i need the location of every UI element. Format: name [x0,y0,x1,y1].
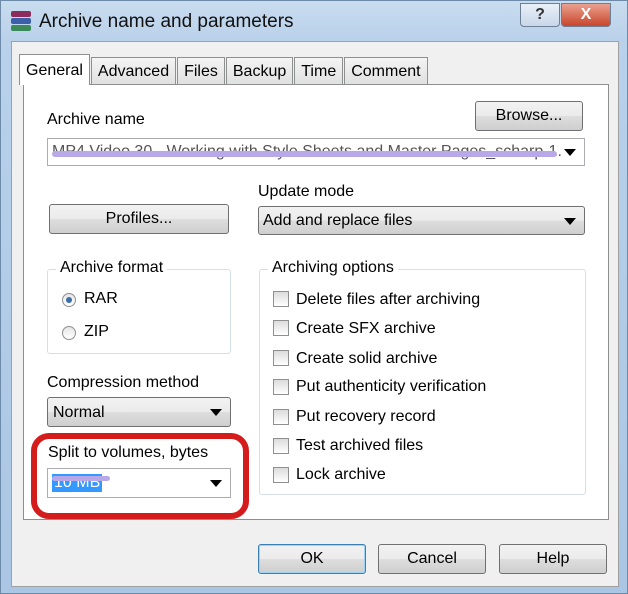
profiles-button[interactable]: Profiles... [49,204,229,234]
update-mode-select[interactable]: Add and replace files [258,206,585,235]
authenticity-label: Put authenticity verification [296,378,487,395]
archive-format-group: Archive format [47,259,231,354]
archive-format-label: Archive format [56,259,168,277]
compression-method-label: Compression method [47,374,200,391]
scribble-redaction [52,151,557,157]
tab-advanced[interactable]: Advanced [90,57,177,85]
delete-files-label: Delete files after archiving [296,291,481,308]
help-button[interactable]: Help [499,544,607,574]
archiving-options-label: Archiving options [268,259,398,277]
compression-method-select[interactable]: Normal [47,397,231,427]
tab-backup[interactable]: Backup [225,57,294,85]
test-files-checkbox[interactable] [273,438,289,454]
rar-label: RAR [84,290,118,307]
highlight-annotation [31,433,249,519]
create-solid-label: Create solid archive [296,350,438,367]
lock-archive-label: Lock archive [296,466,386,483]
create-sfx-checkbox[interactable] [273,320,289,336]
update-mode-label: Update mode [258,183,355,200]
archive-name-combo[interactable]: MP4 Video 30 - Working with Style Sheets… [47,138,585,166]
recovery-record-label: Put recovery record [296,408,436,425]
help-title-button[interactable]: ? [520,3,560,27]
close-button[interactable]: X [561,3,611,27]
chevron-down-icon [564,149,576,156]
authenticity-checkbox[interactable] [273,379,289,395]
window-title: Archive name and parameters [39,11,294,32]
chevron-down-icon [564,217,576,225]
chevron-down-icon [210,409,222,416]
create-sfx-label: Create SFX archive [296,320,436,337]
delete-files-checkbox[interactable] [273,291,289,307]
winrar-app-icon [11,11,31,33]
tab-general[interactable]: General [19,54,90,85]
tab-bar: General Advanced Files Backup Time Comme… [19,54,429,85]
archive-name-label: Archive name [47,111,145,128]
compression-value: Normal [53,404,105,421]
tab-files[interactable]: Files [177,57,225,85]
ok-button[interactable]: OK [258,544,366,574]
dialog-window: Archive name and parameters ? X General … [0,0,628,594]
cancel-button[interactable]: Cancel [378,544,486,574]
recovery-record-checkbox[interactable] [273,409,289,425]
test-files-label: Test archived files [296,437,424,454]
update-mode-value: Add and replace files [263,212,413,229]
browse-button[interactable]: Browse... [475,101,583,131]
tab-comment[interactable]: Comment [344,57,428,85]
zip-label: ZIP [84,323,109,340]
rar-radio[interactable] [62,293,76,307]
create-solid-checkbox[interactable] [273,350,289,366]
zip-radio[interactable] [62,326,76,340]
tab-time[interactable]: Time [294,57,344,85]
lock-archive-checkbox[interactable] [273,467,289,483]
